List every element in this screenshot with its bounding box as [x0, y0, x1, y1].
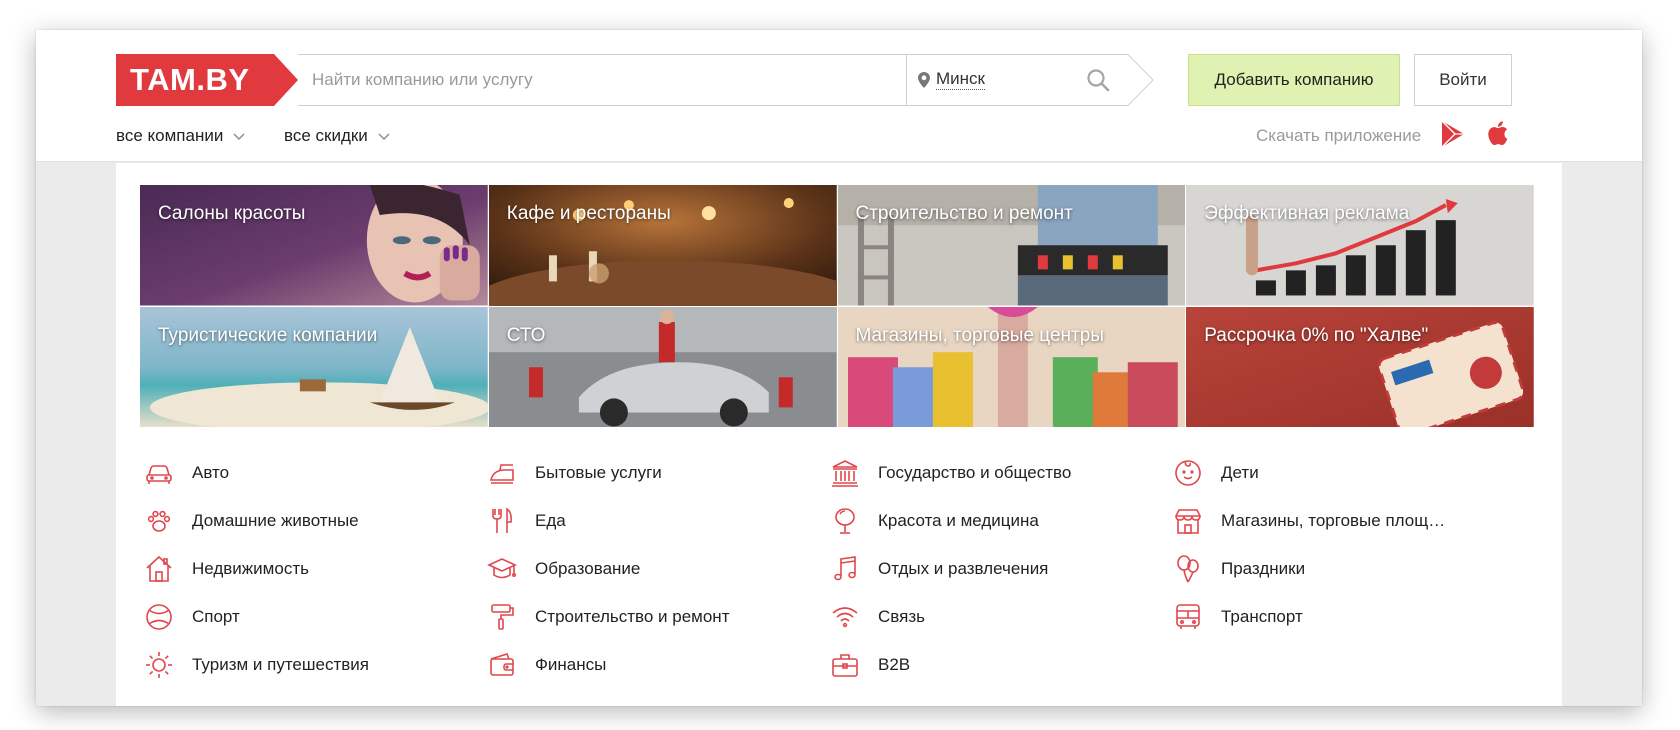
- main-content: Салоны красоты Кафе и рестораны Строител…: [116, 163, 1562, 706]
- category-label: Дети: [1221, 463, 1259, 482]
- tile-halva-installment[interactable]: Рассрочка 0% по "Халве": [1186, 306, 1534, 427]
- site-logo[interactable]: TAM.BY: [116, 54, 298, 106]
- category-label: Строительство и ремонт: [535, 607, 730, 626]
- tile-shopping-centers[interactable]: Магазины, торговые центры: [837, 306, 1186, 427]
- bus-icon: [1173, 602, 1203, 632]
- ball-icon: [144, 602, 174, 632]
- site-header: TAM.BY Минск Добавить компанию Войти все…: [36, 30, 1642, 162]
- category-item[interactable]: Строительство и ремонт: [483, 593, 826, 641]
- category-item[interactable]: Связь: [826, 593, 1169, 641]
- paint-roller-icon: [487, 602, 517, 632]
- category-label: B2B: [878, 655, 911, 674]
- category-label: Праздники: [1221, 559, 1306, 578]
- add-company-button[interactable]: Добавить компанию: [1188, 54, 1400, 106]
- store-icon: [1173, 506, 1203, 536]
- city-label: Минск: [936, 69, 985, 90]
- category-item[interactable]: Образование: [483, 545, 826, 593]
- download-app-label: Скачать приложение: [1256, 126, 1422, 145]
- category-label: Еда: [535, 511, 566, 530]
- tile-label: Строительство и ремонт: [855, 203, 1073, 224]
- category-item[interactable]: Красота и медицина: [826, 497, 1169, 545]
- tile-label: Туристические компании: [158, 324, 378, 346]
- fork-knife-icon: [487, 506, 517, 536]
- category-item[interactable]: B2B: [826, 641, 1169, 689]
- category-item[interactable]: Недвижимость: [140, 545, 483, 593]
- map-pin-icon: [918, 72, 930, 93]
- featured-tiles: Салоны красоты Кафе и рестораны Строител…: [140, 185, 1534, 427]
- category-label: Красота и медицина: [878, 511, 1039, 530]
- briefcase-icon: [830, 650, 860, 680]
- category-label: Отдых и развлечения: [878, 559, 1049, 578]
- tile-label: Магазины, торговые центры: [855, 324, 1104, 346]
- search-input[interactable]: [312, 55, 872, 105]
- chevron-down-icon: [233, 126, 245, 146]
- category-item[interactable]: Туризм и путешествия: [140, 641, 483, 689]
- child-face-icon: [1173, 458, 1203, 488]
- city-selector[interactable]: Минск: [906, 54, 1154, 106]
- category-label: Бытовые услуги: [535, 463, 662, 482]
- graduation-cap-icon: [487, 554, 517, 584]
- iron-icon: [487, 458, 517, 488]
- house-icon: [144, 554, 174, 584]
- all-companies-label: все компании: [116, 126, 224, 145]
- tile-construction[interactable]: Строительство и ремонт: [837, 185, 1186, 306]
- category-item[interactable]: Транспорт: [1169, 593, 1512, 641]
- category-label: Авто: [192, 463, 230, 482]
- google-play-icon[interactable]: [1440, 120, 1466, 153]
- mirror-icon: [830, 506, 860, 536]
- category-list: Авто Домашние животные Недвижимость Спор…: [140, 449, 1534, 689]
- category-label: Образование: [535, 559, 641, 578]
- category-item[interactable]: Финансы: [483, 641, 826, 689]
- wifi-icon: [830, 602, 860, 632]
- tile-label: Эффективная реклама: [1204, 203, 1410, 224]
- browser-window: TAM.BY Минск Добавить компанию Войти все…: [36, 30, 1642, 706]
- category-item[interactable]: Бытовые услуги: [483, 449, 826, 497]
- category-item[interactable]: Авто: [140, 449, 483, 497]
- tile-travel-agencies[interactable]: Туристические компании: [140, 306, 488, 427]
- category-label: Домашние животные: [192, 511, 359, 530]
- category-item[interactable]: Дети: [1169, 449, 1512, 497]
- balloons-icon: [1173, 554, 1203, 584]
- tile-label: СТО: [506, 324, 546, 346]
- logo-text: TAM.BY: [130, 62, 250, 97]
- category-label: Магазины, торговые площ…: [1221, 511, 1446, 530]
- category-item[interactable]: Государство и общество: [826, 449, 1169, 497]
- government-building-icon: [830, 458, 860, 488]
- category-item[interactable]: Праздники: [1169, 545, 1512, 593]
- category-item[interactable]: Домашние животные: [140, 497, 483, 545]
- tile-label: Рассрочка 0% по "Халве": [1204, 324, 1429, 346]
- apple-icon[interactable]: [1488, 119, 1512, 152]
- category-label: Недвижимость: [192, 559, 309, 578]
- all-discounts-label: все скидки: [284, 126, 368, 145]
- category-label: Финансы: [535, 655, 607, 674]
- category-item[interactable]: Еда: [483, 497, 826, 545]
- category-item[interactable]: Отдых и развлечения: [826, 545, 1169, 593]
- tile-effective-advertising[interactable]: Эффективная реклама: [1186, 185, 1534, 306]
- tile-label: Салоны красоты: [158, 203, 306, 224]
- car-icon: [144, 458, 174, 488]
- sun-icon: [144, 650, 174, 680]
- search-icon[interactable]: [1086, 68, 1110, 97]
- category-label: Транспорт: [1221, 607, 1303, 626]
- login-button[interactable]: Войти: [1414, 54, 1512, 106]
- category-label: Государство и общество: [878, 463, 1072, 482]
- wallet-icon: [487, 650, 517, 680]
- all-discounts-dropdown[interactable]: все скидки: [284, 126, 390, 146]
- tile-car-service[interactable]: СТО: [488, 306, 837, 427]
- search-box: [298, 54, 908, 106]
- tile-label: Кафе и рестораны: [506, 203, 671, 224]
- tile-beauty-salons[interactable]: Салоны красоты: [140, 185, 488, 306]
- chevron-down-icon: [378, 126, 390, 146]
- category-label: Связь: [878, 607, 925, 626]
- paw-icon: [144, 506, 174, 536]
- music-note-icon: [830, 554, 860, 584]
- category-label: Туризм и путешествия: [192, 655, 369, 674]
- category-item[interactable]: Магазины, торговые площ…: [1169, 497, 1512, 545]
- category-label: Спорт: [192, 607, 240, 626]
- category-item[interactable]: Спорт: [140, 593, 483, 641]
- tile-cafes-restaurants[interactable]: Кафе и рестораны: [488, 185, 837, 306]
- all-companies-dropdown[interactable]: все компании: [116, 126, 245, 146]
